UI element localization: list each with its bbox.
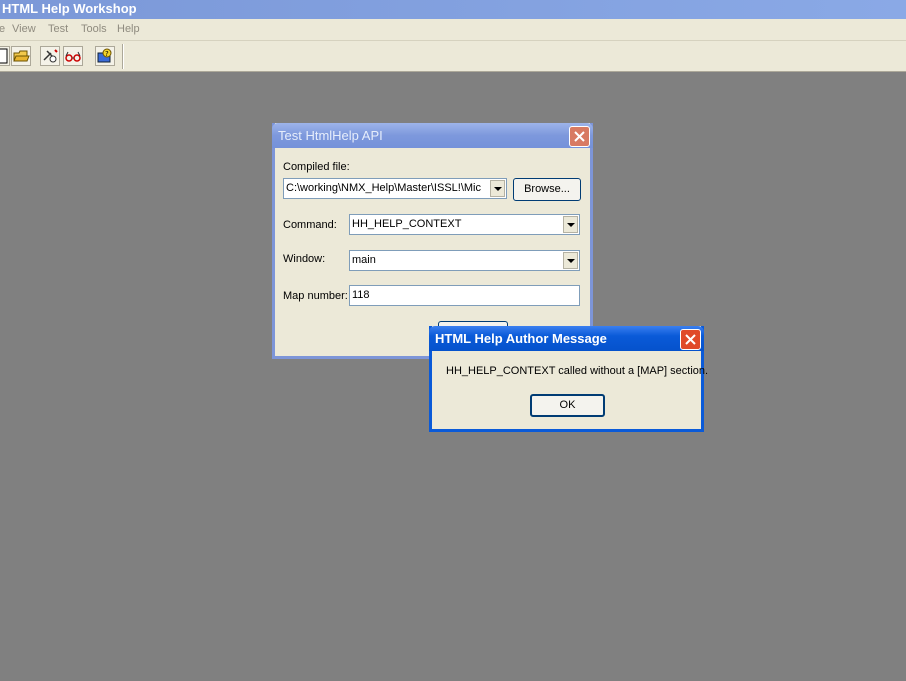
command-value: HH_HELP_CONTEXT — [352, 218, 462, 230]
help-button[interactable]: ? — [95, 46, 115, 66]
menu-help[interactable]: Help — [117, 23, 140, 35]
menu-bar: e View Test Tools Help — [0, 19, 906, 41]
message-dialog-title: HTML Help Author Message — [435, 331, 607, 346]
compile-icon — [43, 49, 58, 63]
command-combo[interactable]: HH_HELP_CONTEXT — [349, 214, 580, 235]
close-icon — [574, 131, 585, 142]
map-number-value: 118 — [352, 289, 370, 301]
window-value: main — [352, 254, 376, 266]
chevron-down-icon[interactable] — [563, 216, 578, 233]
toolbar-separator — [122, 44, 124, 69]
svg-text:?: ? — [105, 50, 109, 58]
map-number-label: Map number: — [283, 290, 348, 302]
view-compiled-button[interactable] — [63, 46, 83, 66]
message-dialog-title-bar[interactable]: HTML Help Author Message — [429, 326, 704, 351]
open-button[interactable] — [11, 46, 31, 66]
browse-button[interactable]: Browse... — [513, 178, 581, 201]
compiled-file-label: Compiled file: — [283, 161, 350, 173]
help-icon: ? — [97, 48, 112, 63]
map-number-input[interactable]: 118 — [349, 285, 580, 306]
ok-button[interactable]: OK — [530, 394, 605, 417]
compiled-file-combo[interactable]: C:\working\NMX_Help\Master\ISSL!\Mic — [283, 178, 507, 199]
window-label: Window: — [283, 253, 326, 265]
window-combo[interactable]: main — [349, 250, 580, 271]
test-htmlhelp-api-dialog: Test HtmlHelp API Compiled file: C:\work… — [272, 123, 593, 359]
test-dialog-close-button[interactable] — [569, 126, 590, 147]
app-title: HTML Help Workshop — [2, 1, 137, 16]
menu-file[interactable]: e — [0, 23, 5, 35]
message-dialog-close-button[interactable] — [680, 329, 701, 350]
close-icon — [685, 334, 696, 345]
menu-tools[interactable]: Tools — [81, 23, 107, 35]
chevron-down-icon[interactable] — [563, 252, 578, 269]
test-dialog-title: Test HtmlHelp API — [278, 128, 383, 143]
menu-test[interactable]: Test — [48, 23, 68, 35]
new-file-button[interactable] — [0, 46, 10, 66]
command-label: Command: — [283, 219, 337, 231]
compile-button[interactable] — [40, 46, 60, 66]
test-dialog-title-bar[interactable]: Test HtmlHelp API — [272, 123, 593, 148]
open-folder-icon — [13, 50, 30, 62]
app-window: HTML Help Workshop e View Test Tools Hel… — [0, 0, 906, 681]
view-compiled-icon — [65, 51, 81, 62]
chevron-down-icon[interactable] — [490, 180, 505, 197]
message-text: HH_HELP_CONTEXT called without a [MAP] s… — [446, 365, 709, 377]
app-title-bar[interactable]: HTML Help Workshop — [0, 0, 906, 19]
compiled-file-value: C:\working\NMX_Help\Master\ISSL!\Mic — [286, 182, 481, 194]
toolbar: ? — [0, 41, 906, 72]
author-message-dialog: HTML Help Author Message HH_HELP_CONTEXT… — [429, 326, 708, 432]
new-file-icon — [0, 48, 8, 64]
menu-view[interactable]: View — [12, 23, 36, 35]
